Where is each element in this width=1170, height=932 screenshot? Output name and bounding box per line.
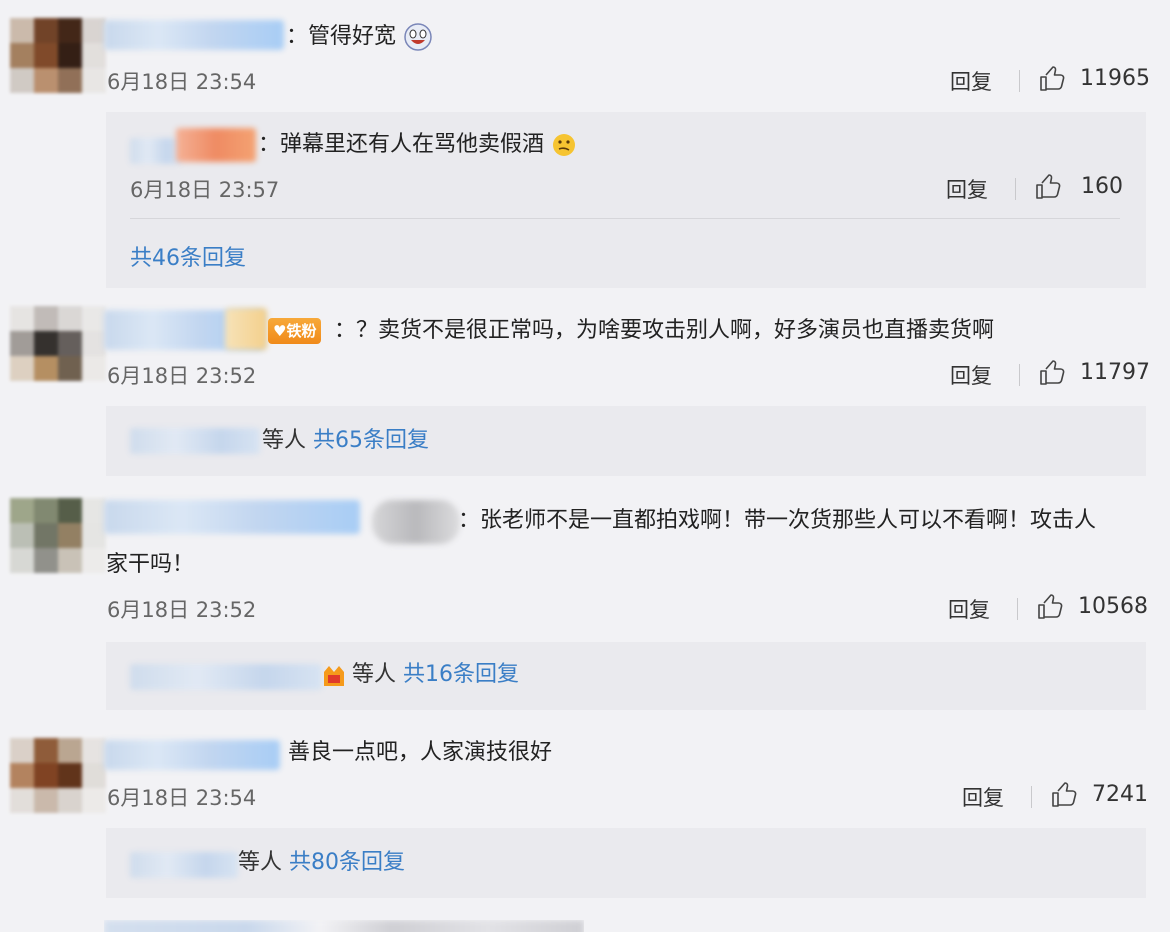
avatar[interactable]	[10, 738, 106, 814]
thumbs-up-icon[interactable]	[1038, 359, 1066, 387]
username-blurred[interactable]	[104, 740, 280, 770]
sub-username-blurred[interactable]	[130, 852, 238, 878]
thumbs-up-icon[interactable]	[1038, 65, 1066, 93]
fan-badge-icon: ♥	[273, 322, 287, 340]
reply-box: 等人 共80条回复	[106, 828, 1146, 898]
reply-button[interactable]: 回复	[948, 594, 990, 624]
comment-text: ：管得好宽	[286, 22, 433, 52]
sub-reply-text: ：弹幕里还有人在骂他卖假酒	[258, 130, 577, 160]
like-count: 11965	[1080, 66, 1150, 91]
total-replies-row: 等人 共80条回复	[238, 848, 405, 878]
comment-time: 6月18日 23:54	[107, 786, 257, 810]
like-count: 7241	[1092, 782, 1148, 807]
thumbs-up-icon[interactable]	[1034, 173, 1062, 201]
sub-reply-time: 6月18日 23:57	[130, 178, 280, 202]
like-count: 10568	[1078, 594, 1148, 619]
reply-button[interactable]: 回复	[950, 66, 992, 96]
total-replies-row: 等人 共16条回复	[352, 660, 519, 690]
divider	[1015, 178, 1016, 200]
comment-text: 善良一点吧，人家演技很好	[288, 740, 553, 765]
total-replies-link[interactable]: 共46条回复	[130, 240, 246, 272]
comment-time: 6月18日 23:52	[107, 364, 257, 388]
username-blurred[interactable]	[104, 500, 360, 534]
avatar[interactable]	[10, 18, 106, 94]
comment-time: 6月18日 23:52	[107, 598, 257, 622]
divider	[1031, 786, 1032, 808]
comment-text: ：张老师不是一直都拍戏啊！带一次货那些人可以不看啊！攻击人	[458, 508, 1097, 533]
like-count: 11797	[1080, 360, 1150, 385]
laughing-face-icon	[404, 23, 432, 51]
next-comment-partial	[104, 920, 584, 932]
avatar[interactable]	[10, 498, 106, 574]
divider	[1019, 70, 1020, 92]
others-label: 等人	[238, 850, 283, 875]
reply-button[interactable]: 回复	[962, 782, 1004, 812]
fan-badge-icon	[324, 666, 344, 686]
avatar[interactable]	[10, 306, 106, 382]
divider	[1019, 364, 1020, 386]
reply-box: 等人 共65条回复	[106, 406, 1146, 476]
username-blurred-2[interactable]	[225, 308, 267, 350]
sub-username-blurred[interactable]	[130, 138, 182, 164]
sub-like-count: 160	[1081, 174, 1123, 199]
thinking-face-icon	[553, 134, 576, 156]
thumbs-up-icon[interactable]	[1036, 593, 1064, 621]
total-replies-link[interactable]: 共80条回复	[289, 850, 405, 875]
total-replies-row: 等人 共65条回复	[262, 426, 429, 456]
total-replies-link[interactable]: 共65条回复	[313, 428, 429, 453]
sub-reply-button[interactable]: 回复	[946, 174, 988, 204]
username-blurred[interactable]	[104, 20, 284, 50]
sub-username-blurred-2[interactable]	[176, 128, 256, 162]
comment-time: 6月18日 23:54	[107, 70, 257, 94]
others-label: 等人	[352, 662, 397, 687]
reply-button[interactable]: 回复	[950, 360, 992, 390]
fan-badge[interactable]: ♥铁粉	[268, 318, 322, 344]
others-label: 等人	[262, 428, 307, 453]
comment-text-line2: 家干吗！	[106, 552, 195, 577]
comment-text: ：？卖货不是很正常吗，为啥要攻击别人啊，好多演员也直播卖货啊	[334, 318, 995, 343]
divider	[1017, 598, 1018, 620]
total-replies-link[interactable]: 共16条回复	[403, 662, 519, 687]
sub-username-blurred[interactable]	[130, 428, 260, 454]
reply-box: ：弹幕里还有人在骂他卖假酒 6月18日 23:57 回复 160 共46条回复	[106, 112, 1146, 288]
reply-box: 等人 共16条回复	[106, 642, 1146, 710]
reply-divider	[130, 218, 1120, 219]
thumbs-up-icon[interactable]	[1050, 781, 1078, 809]
sub-username-blurred[interactable]	[130, 664, 322, 690]
